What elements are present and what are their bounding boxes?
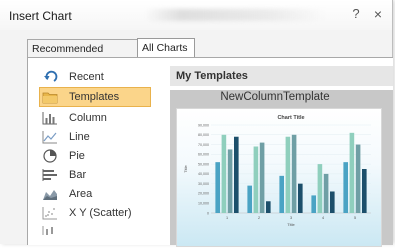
insert-chart-dialog: Insert Chart ? × Recommended Charts All … — [0, 0, 393, 247]
column-chart: Chart Title 0 10,000 20,000 30,000 40,000 50,0… — [183, 115, 371, 227]
x-tick-label: 4 — [322, 216, 324, 220]
line-chart-icon — [42, 131, 57, 144]
category-label: X Y (Scatter) — [69, 207, 132, 219]
bar — [317, 164, 323, 213]
y-tick-label: 30,000 — [198, 182, 209, 186]
category-templates[interactable]: Templates — [39, 87, 151, 107]
category-label: Recent — [69, 71, 104, 83]
bar — [323, 173, 329, 213]
scatter-chart-icon — [42, 207, 57, 220]
bar — [234, 136, 239, 213]
blurred-background-title — [145, 9, 325, 21]
close-button[interactable]: × — [368, 5, 388, 23]
category-label: Column — [69, 112, 107, 124]
tab-all-charts[interactable]: All Charts — [137, 38, 195, 58]
bar — [298, 183, 303, 213]
category-area[interactable]: Area — [40, 185, 148, 203]
bar — [362, 169, 367, 213]
bar — [227, 149, 233, 213]
y-tick-label: 40,000 — [198, 172, 209, 176]
category-label: Bar — [69, 169, 87, 181]
bar — [355, 144, 361, 213]
y-tick-label: 20,000 — [198, 192, 209, 196]
category-xy-scatter[interactable]: X Y (Scatter) — [40, 204, 148, 222]
y-tick-label: 60,000 — [198, 153, 209, 157]
bar — [343, 162, 348, 213]
bar — [279, 175, 284, 213]
dialog-title: Insert Chart — [9, 9, 72, 23]
tab-content: Recent Templates Column Line Pie Bar Are… — [27, 57, 393, 247]
folder-icon — [42, 92, 58, 104]
chart-preview: Chart Title 0 10,000 20,000 30,000 40,000 50,0… — [176, 108, 382, 247]
area-chart-icon — [43, 190, 57, 200]
my-templates-header: My Templates — [170, 66, 393, 86]
x-axis-title: Title — [287, 222, 295, 227]
y-tick-label: 70,000 — [198, 143, 209, 147]
y-tick-label: 90,000 — [198, 123, 209, 127]
x-tick-label: 1 — [226, 216, 228, 220]
category-label: Pie — [69, 150, 85, 162]
x-tick-label: 3 — [290, 216, 292, 220]
category-label: Area — [69, 188, 93, 200]
chart-category-list: Recent Templates Column Line Pie Bar Are… — [28, 58, 168, 245]
pie-chart-icon — [43, 149, 57, 163]
bar — [215, 162, 220, 213]
y-tick-label: 80,000 — [198, 133, 209, 137]
template-name: NewColumnTemplate — [220, 91, 330, 103]
help-button[interactable]: ? — [346, 5, 366, 23]
category-column[interactable]: Column — [40, 109, 148, 127]
tab-recommended-charts[interactable]: Recommended Charts — [27, 39, 141, 73]
category-label: Line — [69, 131, 90, 143]
template-thumbnail[interactable]: NewColumnTemplate Chart Title 0 10,000 20,0… — [170, 90, 393, 247]
category-label: Templates — [69, 91, 120, 103]
category-recent[interactable]: Recent — [40, 68, 148, 86]
column-chart-icon — [42, 112, 57, 125]
chart-title: Chart Title — [277, 115, 304, 121]
bar — [311, 195, 316, 213]
bar-chart-icon — [42, 169, 57, 181]
bar — [291, 134, 297, 213]
bar — [259, 142, 265, 213]
y-axis-title: Title — [183, 165, 188, 173]
x-tick-label: 2 — [258, 216, 260, 220]
category-line[interactable]: Line — [40, 128, 148, 146]
y-tick-label: 0 — [207, 211, 209, 215]
my-templates-title: My Templates — [176, 70, 248, 82]
bar — [285, 136, 291, 213]
x-tick-label: 5 — [354, 216, 356, 220]
category-pie[interactable]: Pie — [40, 147, 148, 165]
bar — [253, 146, 259, 213]
stock-chart-icon — [42, 226, 53, 235]
bar — [266, 201, 271, 213]
category-partial[interactable] — [40, 223, 148, 235]
recent-icon — [44, 70, 58, 82]
bar — [330, 191, 335, 213]
bar — [221, 134, 227, 213]
title-bar[interactable]: Insert Chart ? × — [0, 0, 392, 30]
category-bar[interactable]: Bar — [40, 166, 148, 184]
bar — [349, 132, 355, 213]
y-tick-label: 10,000 — [198, 202, 209, 206]
bar — [247, 185, 252, 213]
y-tick-label: 50,000 — [198, 162, 209, 166]
